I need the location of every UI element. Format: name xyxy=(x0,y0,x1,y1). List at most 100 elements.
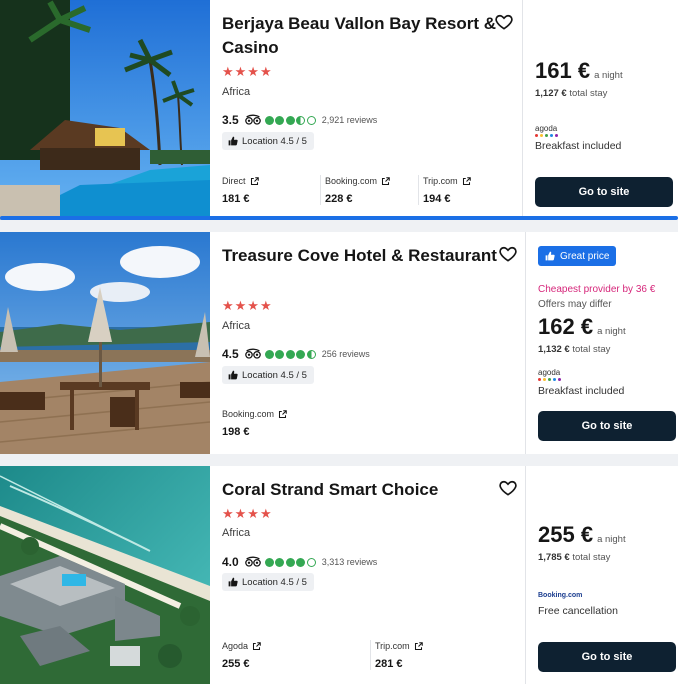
hotel-info: Treasure Cove Hotel & Restaurant ★★★★ Af… xyxy=(222,232,522,454)
provider-option[interactable]: Booking.com 228 € xyxy=(320,175,418,205)
review-count: 256 reviews xyxy=(321,349,370,359)
per-night-label: a night xyxy=(597,326,626,337)
external-link-icon xyxy=(462,176,471,185)
price-amount: 255 € xyxy=(538,522,594,547)
hotel-region: Africa xyxy=(222,320,251,332)
logo-text: agoda xyxy=(538,368,561,377)
tripadvisor-owl-icon xyxy=(244,114,261,125)
provider-price: 255 € xyxy=(222,658,250,670)
perk-text: Breakfast included xyxy=(538,385,625,397)
thumbs-up-icon xyxy=(228,577,238,587)
location-score-chip: Location 4.5 / 5 xyxy=(222,132,314,150)
external-link-icon xyxy=(279,409,287,418)
price-amount: 162 € xyxy=(538,314,594,339)
badge-label: Great price xyxy=(560,250,610,262)
review-count: 2,921 reviews xyxy=(321,115,378,125)
agoda-logo: agoda xyxy=(535,125,558,137)
rating-dots xyxy=(264,349,316,359)
provider-price: 281 € xyxy=(375,658,403,670)
go-to-site-button[interactable]: Go to site xyxy=(538,411,676,441)
total-stay: 1,785 € total stay xyxy=(538,552,610,563)
external-link-icon xyxy=(250,176,259,185)
per-night-label: a night xyxy=(597,534,626,545)
location-score: Location 4.5 / 5 xyxy=(242,576,307,588)
provider-option[interactable]: Booking.com 198 € xyxy=(222,408,332,438)
star-rating: ★★★★ xyxy=(222,64,273,79)
agoda-logo: agoda xyxy=(538,369,561,381)
column-divider xyxy=(525,466,526,684)
hotel-photo-image xyxy=(0,0,210,220)
star-rating: ★★★★ xyxy=(222,298,273,313)
total-stay: 1,127 € total stay xyxy=(535,88,607,99)
card-separator xyxy=(0,454,678,466)
perk-text: Free cancellation xyxy=(538,605,618,617)
go-to-site-button[interactable]: Go to site xyxy=(538,642,676,672)
great-price-badge: Great price xyxy=(538,246,617,266)
provider-option[interactable]: Direct 181 € xyxy=(222,175,320,205)
provider-name: Direct xyxy=(222,176,246,186)
review-rating[interactable]: 3.5 2,921 reviews xyxy=(222,112,377,128)
provider-price: 228 € xyxy=(325,193,353,205)
thumbs-up-icon xyxy=(228,370,238,380)
column-divider xyxy=(522,0,523,220)
rating-score: 4.5 xyxy=(222,347,239,361)
thumbs-up-icon xyxy=(228,136,238,146)
heart-outline-icon[interactable] xyxy=(498,244,518,264)
hotel-photo[interactable] xyxy=(0,232,210,454)
hotel-photo[interactable] xyxy=(0,0,210,220)
location-score-chip: Location 4.5 / 5 xyxy=(222,366,314,384)
provider-option[interactable]: Trip.com 281 € xyxy=(370,640,480,670)
location-score: Location 4.5 / 5 xyxy=(242,135,307,147)
location-score-chip: Location 4.5 / 5 xyxy=(222,573,314,591)
heart-outline-icon[interactable] xyxy=(498,478,518,498)
price-column: 161 € a night 1,127 € total stay agoda B… xyxy=(535,0,675,220)
hotel-photo-image xyxy=(0,466,210,684)
provider-option[interactable]: Trip.com 194 € xyxy=(418,175,508,205)
provider-name: Trip.com xyxy=(375,641,410,651)
hotel-photo-image xyxy=(0,232,210,454)
tripadvisor-owl-icon xyxy=(244,556,261,567)
column-divider xyxy=(525,232,526,454)
provider-list: Agoda 255 € Trip.com 281 € xyxy=(222,640,480,670)
rating-dots xyxy=(264,115,316,125)
hotel-card[interactable]: Treasure Cove Hotel & Restaurant ★★★★ Af… xyxy=(0,232,678,454)
nightly-price: 161 € a night xyxy=(535,58,623,84)
booking-com-logo: Booking.com xyxy=(538,592,583,599)
perk-text: Breakfast included xyxy=(535,140,622,152)
hotel-photo[interactable] xyxy=(0,466,210,684)
total-label: total stay xyxy=(572,552,611,563)
review-rating[interactable]: 4.0 3,313 reviews xyxy=(222,554,377,570)
hotel-region: Africa xyxy=(222,527,251,539)
heart-outline-icon[interactable] xyxy=(494,12,514,32)
go-to-site-button[interactable]: Go to site xyxy=(535,177,673,207)
rating-dots xyxy=(264,557,316,567)
provider-list: Direct 181 € Booking.com 228 € Trip.com … xyxy=(222,175,508,205)
nightly-price: 255 € a night xyxy=(538,522,626,548)
tripadvisor-owl-icon xyxy=(244,348,261,359)
star-rating: ★★★★ xyxy=(222,506,273,521)
offers-note: Offers may differ xyxy=(538,299,612,310)
rating-score: 3.5 xyxy=(222,113,239,127)
provider-name: Booking.com xyxy=(325,176,378,186)
review-count: 3,313 reviews xyxy=(321,557,378,567)
hotel-name[interactable]: Coral Strand Smart Choice xyxy=(222,478,500,502)
hotel-card[interactable]: Berjaya Beau Vallon Bay Resort & Casino … xyxy=(0,0,678,220)
thumbs-up-icon xyxy=(545,251,555,261)
hotel-name[interactable]: Berjaya Beau Vallon Bay Resort & Casino xyxy=(222,12,500,60)
total-amount: 1,127 € xyxy=(535,88,567,99)
provider-list: Booking.com 198 € xyxy=(222,408,332,438)
review-rating[interactable]: 4.5 256 reviews xyxy=(222,346,370,362)
external-link-icon xyxy=(253,641,261,650)
hotel-info: Coral Strand Smart Choice ★★★★ Africa 4.… xyxy=(222,466,522,684)
provider-price: 181 € xyxy=(222,193,250,205)
total-label: total stay xyxy=(569,88,608,99)
hotel-card[interactable]: Coral Strand Smart Choice ★★★★ Africa 4.… xyxy=(0,466,678,684)
hotel-name[interactable]: Treasure Cove Hotel & Restaurant xyxy=(222,244,500,268)
provider-name: Trip.com xyxy=(423,176,458,186)
total-label: total stay xyxy=(572,344,611,355)
hotel-region: Africa xyxy=(222,86,251,98)
total-stay: 1,132 € total stay xyxy=(538,344,610,355)
provider-option[interactable]: Agoda 255 € xyxy=(222,640,370,670)
location-score: Location 4.5 / 5 xyxy=(242,369,307,381)
external-link-icon xyxy=(382,176,390,185)
